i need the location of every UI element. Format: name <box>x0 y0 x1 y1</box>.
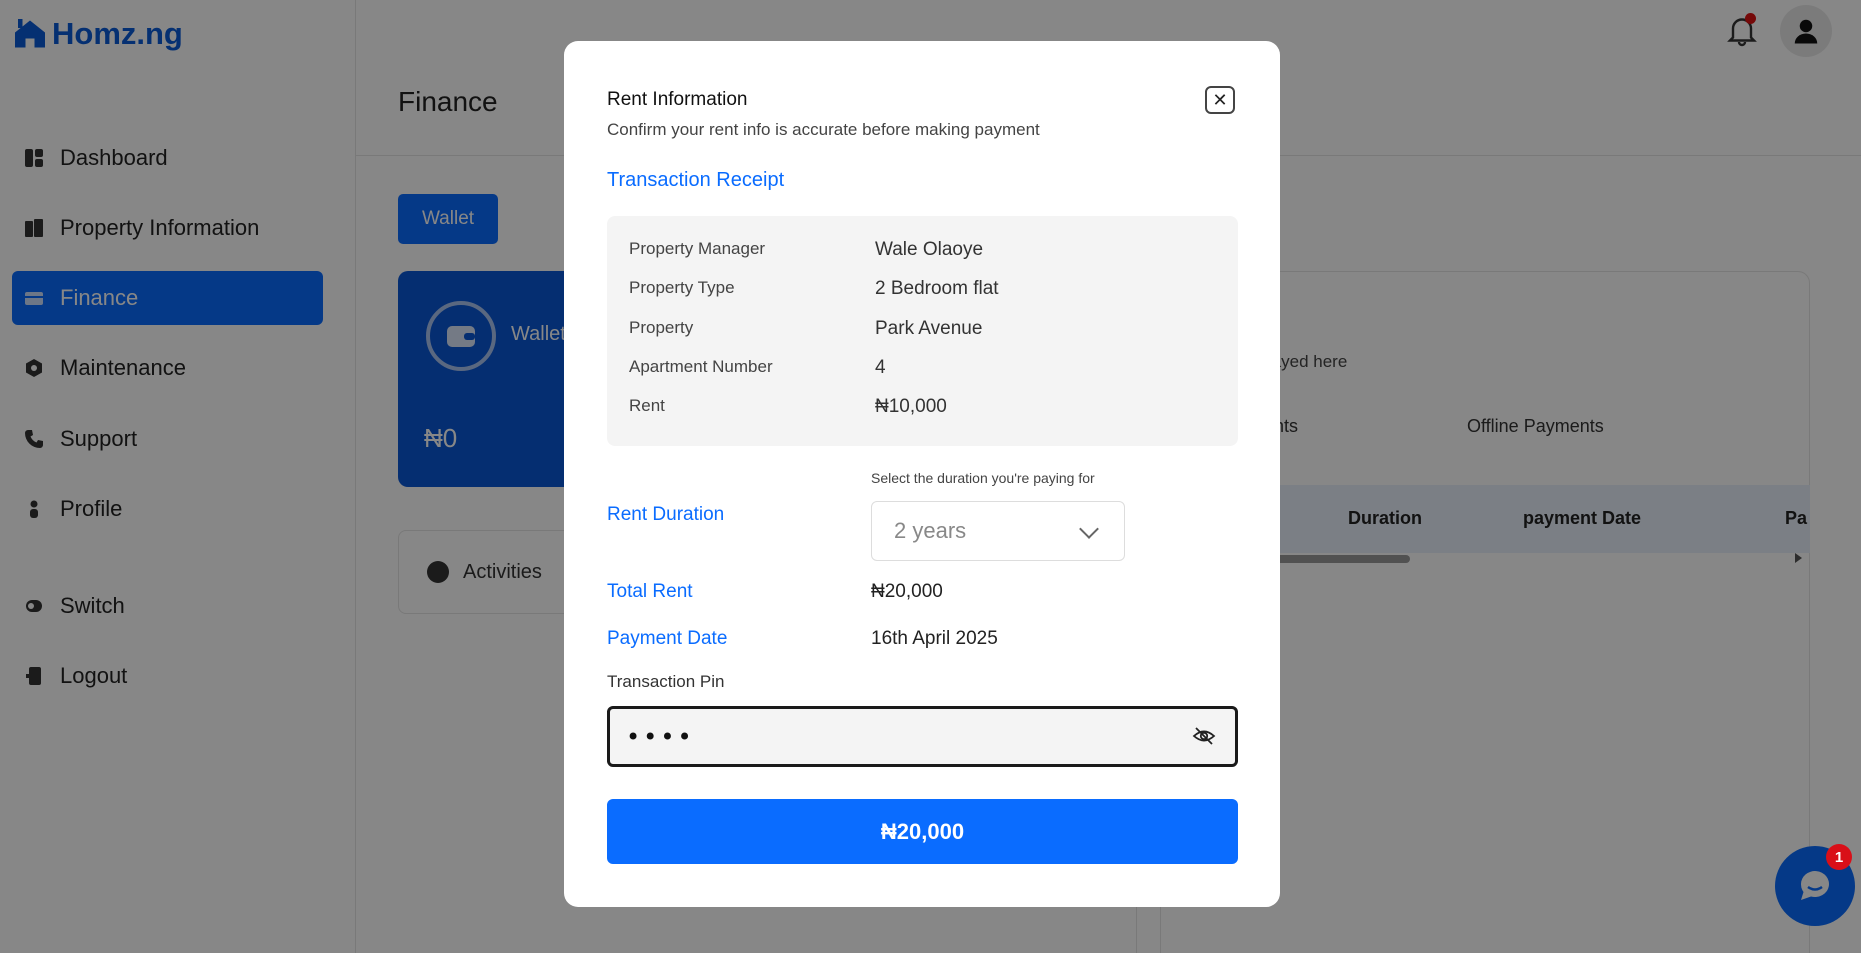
transaction-pin-label: Transaction Pin <box>607 672 725 691</box>
info-row: Property Park Avenue <box>607 318 1238 348</box>
info-row: Property Manager Wale Olaoye <box>607 239 1238 269</box>
rent-duration-select[interactable]: 2 years <box>871 501 1125 561</box>
info-value: Wale Olaoye <box>875 239 984 260</box>
info-value: ₦10,000 <box>875 396 947 417</box>
info-label: Property Manager <box>629 239 766 258</box>
payment-date-value: 16th April 2025 <box>871 628 998 649</box>
info-label: Property Type <box>629 278 735 297</box>
close-button[interactable]: ✕ <box>1205 86 1235 114</box>
info-label: Property <box>629 318 694 337</box>
info-label: Rent <box>629 396 665 415</box>
total-rent-value: ₦20,000 <box>871 581 943 602</box>
transaction-receipt-link[interactable]: Transaction Receipt <box>607 169 784 192</box>
rent-information-modal: Rent Information Confirm your rent info … <box>564 41 1280 907</box>
total-rent-label: Total Rent <box>607 581 693 602</box>
info-value: 2 Bedroom flat <box>875 278 999 299</box>
eye-off-icon[interactable] <box>1192 724 1216 748</box>
pay-button[interactable]: ₦20,000 <box>607 799 1238 864</box>
info-row: Apartment Number 4 <box>607 357 1238 387</box>
info-value: Park Avenue <box>875 318 983 339</box>
info-row: Rent ₦10,000 <box>607 396 1238 426</box>
payment-date-label: Payment Date <box>607 628 728 649</box>
rent-duration-label: Rent Duration <box>607 504 725 525</box>
duration-hint: Select the duration you're paying for <box>871 470 1095 486</box>
rent-info-summary: Property Manager Wale Olaoye Property Ty… <box>607 216 1238 446</box>
chevron-down-icon <box>1079 519 1099 539</box>
rent-duration-value: 2 years <box>894 518 967 543</box>
modal-title: Rent Information <box>607 89 748 110</box>
info-value: 4 <box>875 357 886 378</box>
transaction-pin-input[interactable] <box>607 706 1238 767</box>
chat-unread-badge: 1 <box>1826 844 1852 870</box>
close-icon: ✕ <box>1212 90 1228 110</box>
info-label: Apartment Number <box>629 357 773 376</box>
info-row: Property Type 2 Bedroom flat <box>607 278 1238 308</box>
modal-subtitle: Confirm your rent info is accurate befor… <box>607 120 1040 139</box>
